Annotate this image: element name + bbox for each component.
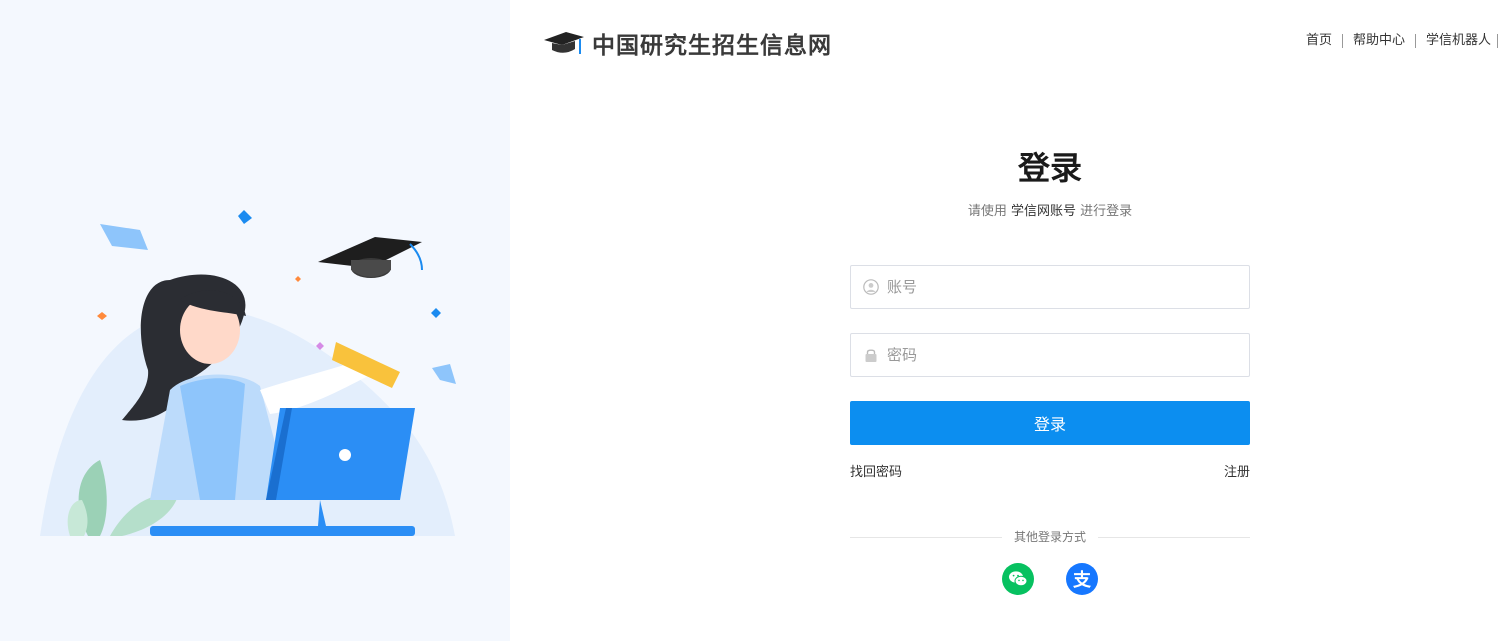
login-button[interactable]: 登录 (850, 401, 1250, 445)
site-name: 中国研究生招生信息网 (592, 32, 832, 59)
nav-robot[interactable]: 学信机器人 (1416, 34, 1498, 48)
lock-icon (865, 349, 877, 362)
wechat-login-button[interactable] (1002, 563, 1034, 595)
alipay-icon: 支 (1073, 570, 1091, 591)
password-field (850, 333, 1250, 377)
site-logo[interactable]: 中国研究生招生信息网 (542, 26, 832, 60)
social-login: 支 (850, 563, 1250, 595)
illustration-panel (0, 0, 510, 641)
login-page: 中国研究生招生信息网 首页 帮助中心 学信机器人 登录 请使用 学信网账号 进行… (0, 0, 1498, 641)
user-icon (863, 279, 879, 295)
subtitle-prefix: 请使用 (967, 204, 1007, 219)
subtitle-highlight: 学信网账号 (1010, 204, 1076, 219)
nav-home[interactable]: 首页 (1296, 34, 1343, 48)
password-input[interactable] (887, 335, 1249, 375)
forgot-password-link[interactable]: 找回密码 (850, 465, 902, 481)
form-links: 找回密码 注册 (850, 465, 1250, 481)
account-input[interactable] (887, 267, 1249, 307)
wechat-icon (1009, 571, 1028, 587)
login-subtitle: 请使用 学信网账号 进行登录 (850, 204, 1250, 220)
login-form: 登录 请使用 学信网账号 进行登录 登录 找回密码 注册 (850, 148, 1250, 595)
login-title: 登录 (1017, 149, 1082, 187)
nav-help-center[interactable]: 帮助中心 (1343, 34, 1416, 48)
account-field (850, 265, 1250, 309)
graduate-illustration (40, 210, 456, 536)
subtitle-suffix: 进行登录 (1080, 204, 1133, 219)
divider-line-right (1098, 537, 1250, 538)
register-link[interactable]: 注册 (1224, 465, 1250, 481)
graduation-cap-icon (544, 32, 584, 54)
other-login-divider: 其他登录方式 (850, 529, 1250, 545)
alipay-login-button[interactable]: 支 (1066, 563, 1098, 595)
top-nav: 首页 帮助中心 学信机器人 (1296, 34, 1498, 48)
